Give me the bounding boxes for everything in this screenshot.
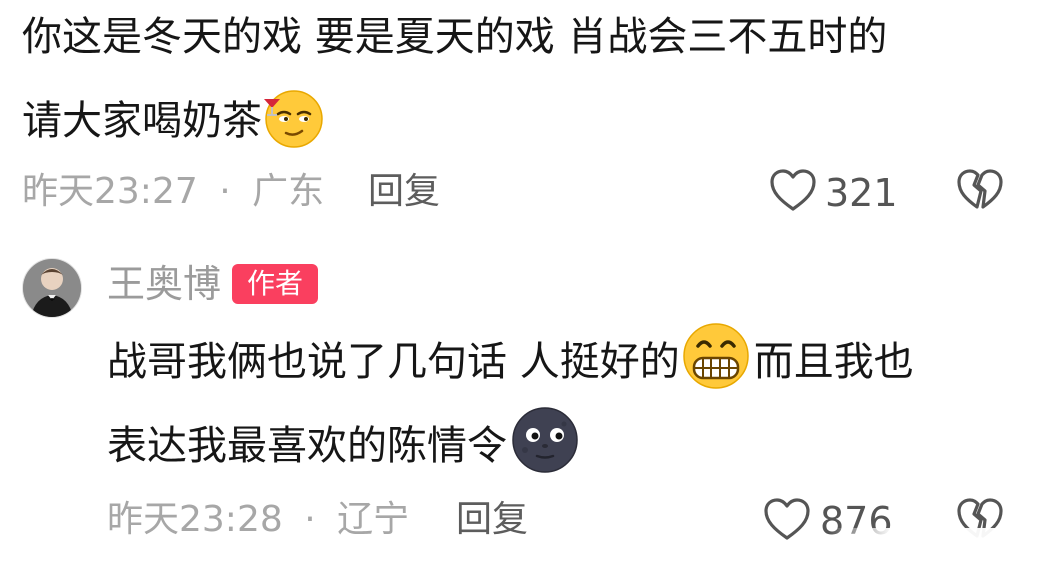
smirk-cocktail-emoji <box>264 90 323 148</box>
comment-1-text-line2: 请大家喝奶茶 <box>22 90 326 151</box>
comment-1-time: 昨天23:27 <box>22 171 198 212</box>
avatar[interactable] <box>22 258 82 318</box>
comment-1-location: 广东 <box>252 171 325 212</box>
comment-2-text-line2-content: 表达我最喜欢的陈情令 <box>107 423 507 469</box>
comment-2-text-line2: 表达我最喜欢的陈情令 <box>107 407 581 476</box>
comment-section: 你这是冬天的戏 要是夏天的戏 肖战会三不五时的 请大家喝奶茶 昨天23:27 ·… <box>0 0 1037 566</box>
comment-1-text-line2-content: 请大家喝奶茶 <box>22 98 262 144</box>
comment-2-heart-outline-icon[interactable] <box>762 496 812 542</box>
comment-1-reply-button[interactable]: 回复 <box>368 174 440 210</box>
author-name[interactable]: 王奥博 <box>107 265 221 303</box>
comment-1-text-line1: 你这是冬天的戏 要是夏天的戏 肖战会三不五时的 <box>22 14 888 60</box>
comment-2-text-line1-after: 而且我也 <box>753 339 914 385</box>
comment-1-meta: 昨天23:27 · 广东 <box>22 174 324 210</box>
comment-2-reply-button[interactable]: 回复 <box>456 502 528 538</box>
comment-1-heart-outline-icon[interactable] <box>768 167 818 213</box>
watermark-fade <box>829 528 1029 556</box>
comment-2-time: 昨天23:28 <box>107 499 283 540</box>
comment-2-text-line1: 战哥我俩也说了几句话 人挺好的 而且我也 <box>107 323 914 392</box>
comment-1-like-count: 321 <box>825 171 898 215</box>
grinning-teeth-emoji <box>682 323 749 389</box>
comment-2-dot: · <box>304 499 316 540</box>
comment-2-text-line1-content: 战哥我俩也说了几句话 人挺好的 <box>107 339 680 385</box>
comment-2-location: 辽宁 <box>337 499 410 540</box>
comment-1-dot: · <box>219 171 231 212</box>
avatar-image <box>23 259 81 317</box>
new-moon-face-emoji <box>512 407 578 473</box>
author-badge: 作者 <box>232 264 318 304</box>
comment-2-meta: 昨天23:28 · 辽宁 <box>107 502 409 538</box>
comment-1-broken-heart-icon[interactable] <box>955 167 1005 213</box>
